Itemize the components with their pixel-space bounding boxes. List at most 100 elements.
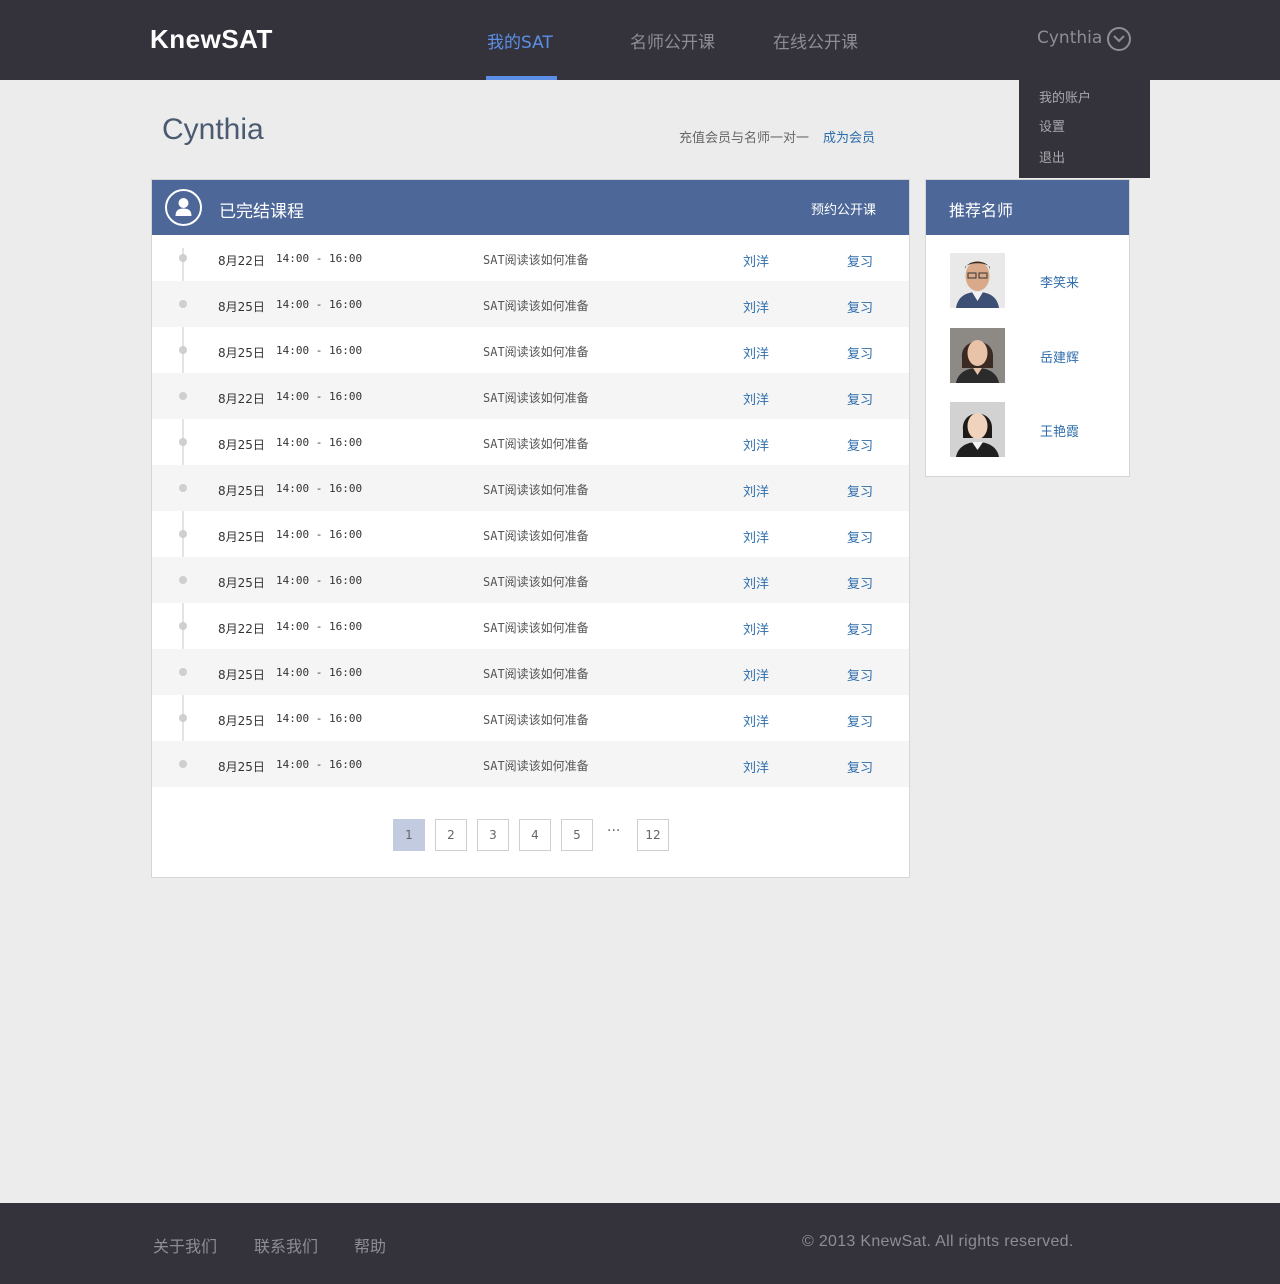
- review-link[interactable]: 复习: [847, 435, 873, 454]
- user-icon: [165, 189, 202, 226]
- chevron-down-circle-icon[interactable]: [1107, 27, 1131, 51]
- teacher-item[interactable]: 岳建辉: [950, 328, 1120, 384]
- page-button-2[interactable]: 2: [435, 819, 467, 851]
- timeline-dot: [179, 254, 187, 262]
- copyright-text: © 2013 KnewSat. All rights reserved.: [802, 1233, 1074, 1250]
- course-time: 14:00 - 16:00: [276, 574, 363, 587]
- menu-item-my-account[interactable]: 我的账户: [1039, 87, 1091, 106]
- course-title: SAT阅读该如何准备: [483, 529, 589, 543]
- review-link[interactable]: 复习: [847, 343, 873, 362]
- course-date: 8月25日: [218, 714, 265, 728]
- page-button-1[interactable]: 1: [393, 819, 425, 851]
- course-title: SAT阅读该如何准备: [483, 621, 589, 635]
- footer: 关于我们 联系我们 帮助 © 2013 KnewSat. All rights …: [0, 1203, 1280, 1284]
- review-link[interactable]: 复习: [847, 619, 873, 638]
- review-link[interactable]: 复习: [847, 389, 873, 408]
- teacher-link[interactable]: 刘洋: [743, 711, 769, 730]
- review-link[interactable]: 复习: [847, 711, 873, 730]
- teacher-link[interactable]: 刘洋: [743, 481, 769, 500]
- course-row: 8月22日 14:00 - 16:00 SAT阅读该如何准备 刘洋 复习: [152, 373, 909, 419]
- timeline-dot: [179, 760, 187, 768]
- timeline-dot: [179, 530, 187, 538]
- teacher-name[interactable]: 岳建辉: [1040, 347, 1079, 366]
- course-row: 8月25日 14:00 - 16:00 SAT阅读该如何准备 刘洋 复习: [152, 511, 909, 557]
- side-panel-header: 推荐名师: [926, 180, 1129, 235]
- become-member-link[interactable]: 成为会员: [823, 127, 875, 146]
- active-nav-indicator: [486, 76, 557, 80]
- review-link[interactable]: 复习: [847, 665, 873, 684]
- teacher-link[interactable]: 刘洋: [743, 343, 769, 362]
- page-button-4[interactable]: 4: [519, 819, 551, 851]
- page-button-3[interactable]: 3: [477, 819, 509, 851]
- course-title: SAT阅读该如何准备: [483, 391, 589, 405]
- course-time: 14:00 - 16:00: [276, 528, 363, 541]
- footer-link-about[interactable]: 关于我们: [153, 1233, 217, 1257]
- course-title: SAT阅读该如何准备: [483, 345, 589, 359]
- footer-link-contact[interactable]: 联系我们: [254, 1233, 318, 1257]
- course-row: 8月22日 14:00 - 16:00 SAT阅读该如何准备 刘洋 复习: [152, 235, 909, 281]
- course-list: 8月22日 14:00 - 16:00 SAT阅读该如何准备 刘洋 复习 8月2…: [152, 235, 909, 787]
- review-link[interactable]: 复习: [847, 251, 873, 270]
- panel-title: 已完结课程: [219, 202, 304, 222]
- teacher-link[interactable]: 刘洋: [743, 665, 769, 684]
- course-time: 14:00 - 16:00: [276, 482, 363, 495]
- teacher-link[interactable]: 刘洋: [743, 573, 769, 592]
- teacher-name[interactable]: 李笑来: [1040, 272, 1079, 291]
- teacher-avatar: [950, 402, 1005, 457]
- review-link[interactable]: 复习: [847, 573, 873, 592]
- course-date: 8月25日: [218, 530, 265, 544]
- course-time: 14:00 - 16:00: [276, 758, 363, 771]
- teacher-link[interactable]: 刘洋: [743, 757, 769, 776]
- brand-logo[interactable]: KnewSAT: [150, 24, 273, 55]
- user-menu-name[interactable]: Cynthia: [1037, 28, 1102, 48]
- course-date: 8月22日: [218, 254, 265, 268]
- course-title: SAT阅读该如何准备: [483, 253, 589, 267]
- footer-link-help[interactable]: 帮助: [354, 1233, 386, 1257]
- course-title: SAT阅读该如何准备: [483, 299, 589, 313]
- timeline-dot: [179, 346, 187, 354]
- teacher-item[interactable]: 王艳霞: [950, 402, 1120, 458]
- course-date: 8月25日: [218, 484, 265, 498]
- teacher-link[interactable]: 刘洋: [743, 435, 769, 454]
- review-link[interactable]: 复习: [847, 297, 873, 316]
- nav-item-online-courses[interactable]: 在线公开课: [773, 28, 858, 53]
- menu-item-logout[interactable]: 退出: [1039, 147, 1065, 166]
- course-date: 8月22日: [218, 622, 265, 636]
- teacher-avatar: [950, 328, 1005, 383]
- page-button-5[interactable]: 5: [561, 819, 593, 851]
- course-time: 14:00 - 16:00: [276, 436, 363, 449]
- course-title: SAT阅读该如何准备: [483, 575, 589, 589]
- course-time: 14:00 - 16:00: [276, 390, 363, 403]
- course-title: SAT阅读该如何准备: [483, 437, 589, 451]
- completed-courses-panel: 已完结课程 预约公开课 8月22日 14:00 - 16:00 SAT阅读该如何…: [151, 179, 910, 878]
- course-title: SAT阅读该如何准备: [483, 667, 589, 681]
- timeline-dot: [179, 622, 187, 630]
- course-date: 8月25日: [218, 346, 265, 360]
- review-link[interactable]: 复习: [847, 527, 873, 546]
- timeline-dot: [179, 668, 187, 676]
- teacher-link[interactable]: 刘洋: [743, 619, 769, 638]
- top-nav-bar: KnewSAT 我的SAT 名师公开课 在线公开课 Cynthia: [0, 0, 1280, 80]
- course-time: 14:00 - 16:00: [276, 666, 363, 679]
- course-time: 14:00 - 16:00: [276, 298, 363, 311]
- book-open-course-button[interactable]: 预约公开课: [811, 199, 876, 218]
- course-title: SAT阅读该如何准备: [483, 483, 589, 497]
- review-link[interactable]: 复习: [847, 757, 873, 776]
- teacher-avatar: [950, 253, 1005, 308]
- teacher-name[interactable]: 王艳霞: [1040, 421, 1079, 440]
- teacher-link[interactable]: 刘洋: [743, 297, 769, 316]
- nav-item-famous-teacher-courses[interactable]: 名师公开课: [630, 28, 715, 53]
- teacher-link[interactable]: 刘洋: [743, 527, 769, 546]
- timeline-dot: [179, 576, 187, 584]
- page-button-last[interactable]: 12: [637, 819, 669, 851]
- review-link[interactable]: 复习: [847, 481, 873, 500]
- teacher-link[interactable]: 刘洋: [743, 251, 769, 270]
- timeline-dot: [179, 300, 187, 308]
- course-date: 8月25日: [218, 300, 265, 314]
- teacher-link[interactable]: 刘洋: [743, 389, 769, 408]
- teacher-item[interactable]: 李笑来: [950, 253, 1120, 309]
- course-row: 8月25日 14:00 - 16:00 SAT阅读该如何准备 刘洋 复习: [152, 327, 909, 373]
- nav-item-my-sat[interactable]: 我的SAT: [487, 28, 553, 53]
- course-time: 14:00 - 16:00: [276, 344, 363, 357]
- menu-item-settings[interactable]: 设置: [1039, 116, 1065, 135]
